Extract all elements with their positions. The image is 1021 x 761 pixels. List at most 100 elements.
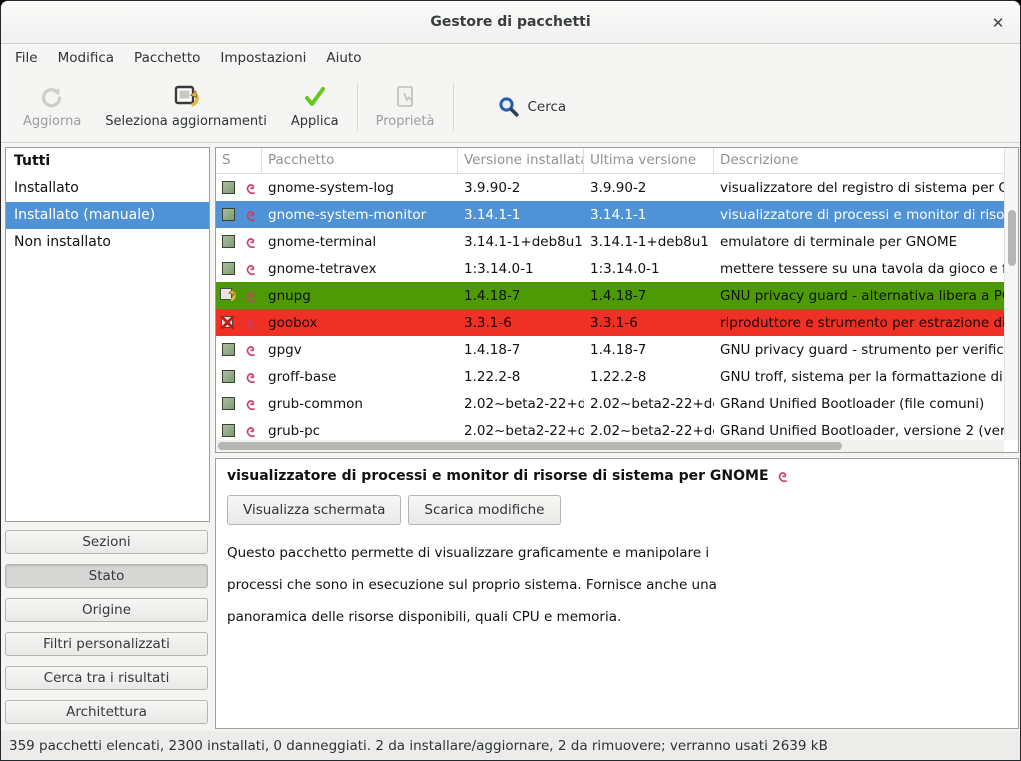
debian-swirl-icon bbox=[240, 289, 262, 303]
col-status[interactable]: S bbox=[216, 148, 240, 173]
col-latest-version[interactable]: Ultima versione bbox=[584, 148, 714, 173]
horizontal-scrollbar[interactable] bbox=[216, 440, 1004, 452]
vertical-scrollbar[interactable] bbox=[1004, 148, 1018, 440]
package-description: GNU privacy guard - alternativa libera a… bbox=[714, 288, 1004, 304]
installed-version: 3.3.1-6 bbox=[458, 315, 584, 331]
package-name: gpgv bbox=[262, 342, 458, 358]
debian-swirl-icon bbox=[240, 262, 262, 276]
installed-version: 3.14.1-1 bbox=[458, 207, 584, 223]
table-row[interactable]: groff-base 1.22.2-8 1.22.2-8 GNU troff, … bbox=[216, 363, 1004, 390]
package-description: GRand Unified Bootloader, versione 2 (ve… bbox=[714, 423, 1004, 439]
filter-item-all[interactable]: Tutti bbox=[6, 148, 209, 175]
apply-check-icon bbox=[302, 85, 328, 109]
col-origin[interactable] bbox=[240, 148, 262, 173]
latest-version: 3.9.90-2 bbox=[584, 180, 714, 196]
col-installed-version[interactable]: Versione installata bbox=[458, 148, 584, 173]
status-installed-icon bbox=[216, 343, 240, 356]
debian-swirl-icon bbox=[240, 370, 262, 384]
custom-filters-button[interactable]: Filtri personalizzati bbox=[5, 632, 208, 656]
package-description: emulatore di terminale per GNOME bbox=[714, 234, 1004, 250]
close-icon[interactable]: ✕ bbox=[988, 13, 1008, 33]
package-name: gnome-system-monitor bbox=[262, 207, 458, 223]
package-manager-window: Gestore di pacchetti ✕ File Modifica Pac… bbox=[0, 0, 1021, 761]
table-row[interactable]: gpgv 1.4.18-7 1.4.18-7 GNU privacy guard… bbox=[216, 336, 1004, 363]
table-header: S Pacchetto Versione installata Ultima v… bbox=[216, 148, 1004, 174]
table-row-marked-install[interactable]: gnupg 1.4.18-7 1.4.18-7 GNU privacy guar… bbox=[216, 282, 1004, 309]
package-description: visualizzatore del registro di sistema p… bbox=[714, 180, 1004, 196]
installed-version: 2.02~beta2-22+deb8u1 bbox=[458, 396, 584, 412]
sidebar: Tutti Installato Installato (manuale) No… bbox=[5, 147, 210, 729]
col-package[interactable]: Pacchetto bbox=[262, 148, 458, 173]
latest-version: 2.02~beta2-22+deb8u1 bbox=[584, 423, 714, 439]
toolbar: Aggiorna Seleziona aggiornamenti Applica bbox=[1, 71, 1020, 143]
filter-item-installed-manual[interactable]: Installato (manuale) bbox=[6, 202, 209, 229]
status-reinstall-icon bbox=[216, 288, 240, 303]
apply-button[interactable]: Applica bbox=[279, 81, 351, 133]
menu-settings[interactable]: Impostazioni bbox=[210, 46, 316, 70]
status-button[interactable]: Stato bbox=[5, 564, 208, 588]
filter-list: Tutti Installato Installato (manuale) No… bbox=[5, 147, 210, 522]
debian-swirl-icon bbox=[240, 424, 262, 438]
details-panel: visualizzatore di processi e monitor di … bbox=[215, 458, 1019, 729]
installed-version: 3.9.90-2 bbox=[458, 180, 584, 196]
table-row-selected[interactable]: gnome-system-monitor 3.14.1-1 3.14.1-1 v… bbox=[216, 201, 1004, 228]
latest-version: 1:3.14.0-1 bbox=[584, 261, 714, 277]
table-row[interactable]: grub-common 2.02~beta2-22+deb8u1 2.02~be… bbox=[216, 390, 1004, 417]
package-name: grub-common bbox=[262, 396, 458, 412]
horizontal-scrollbar-thumb[interactable] bbox=[218, 442, 842, 450]
menubar: File Modifica Pacchetto Impostazioni Aiu… bbox=[1, 44, 1020, 71]
titlebar[interactable]: Gestore di pacchetti ✕ bbox=[1, 1, 1020, 44]
table-row-marked-remove[interactable]: goobox 3.3.1-6 3.3.1-6 riproduttore e st… bbox=[216, 309, 1004, 336]
installed-version: 1.4.18-7 bbox=[458, 288, 584, 304]
debian-swirl-icon bbox=[240, 181, 262, 195]
latest-version: 2.02~beta2-22+deb8u1 bbox=[584, 396, 714, 412]
debian-swirl-icon bbox=[240, 235, 262, 249]
table-row[interactable]: gnome-terminal 3.14.1-1+deb8u1 3.14.1-1+… bbox=[216, 228, 1004, 255]
filter-item-not-installed[interactable]: Non installato bbox=[6, 229, 209, 256]
installed-version: 1.4.18-7 bbox=[458, 342, 584, 358]
debian-swirl-icon bbox=[240, 208, 262, 222]
window-title: Gestore di pacchetti bbox=[430, 14, 590, 30]
refresh-button[interactable]: Aggiorna bbox=[11, 81, 93, 133]
toolbar-separator bbox=[453, 83, 454, 131]
col-description[interactable]: Descrizione bbox=[714, 148, 1004, 173]
menu-help[interactable]: Aiuto bbox=[316, 46, 371, 70]
status-remove-icon bbox=[216, 315, 240, 330]
package-description: GNU troff, sistema per la formattazione … bbox=[714, 369, 1004, 385]
installed-version: 3.14.1-1+deb8u1 bbox=[458, 234, 584, 250]
package-name: gnome-terminal bbox=[262, 234, 458, 250]
menu-file[interactable]: File bbox=[5, 46, 48, 70]
architecture-button[interactable]: Architettura bbox=[5, 700, 208, 724]
properties-icon bbox=[393, 85, 417, 109]
latest-version: 3.14.1-1 bbox=[584, 207, 714, 223]
status-installed-icon bbox=[216, 208, 240, 221]
status-installed-icon bbox=[216, 181, 240, 194]
debian-swirl-icon bbox=[240, 343, 262, 357]
debian-swirl-icon bbox=[240, 397, 262, 411]
mark-upgrades-button[interactable]: Seleziona aggiornamenti bbox=[93, 81, 279, 133]
filter-item-installed[interactable]: Installato bbox=[6, 175, 209, 202]
status-installed-icon bbox=[216, 370, 240, 383]
search-results-button[interactable]: Cerca tra i risultati bbox=[5, 666, 208, 690]
menu-edit[interactable]: Modifica bbox=[48, 46, 124, 70]
table-row[interactable]: grub-pc 2.02~beta2-22+deb8u1 2.02~beta2-… bbox=[216, 417, 1004, 440]
table-row[interactable]: gnome-tetravex 1:3.14.0-1 1:3.14.0-1 met… bbox=[216, 255, 1004, 282]
package-name: goobox bbox=[262, 315, 458, 331]
installed-version: 1.22.2-8 bbox=[458, 369, 584, 385]
sections-button[interactable]: Sezioni bbox=[5, 530, 208, 554]
properties-button[interactable]: Proprietà bbox=[364, 81, 447, 133]
status-installed-icon bbox=[216, 424, 240, 437]
table-row[interactable]: gnome-system-log 3.9.90-2 3.9.90-2 visua… bbox=[216, 174, 1004, 201]
package-name: gnome-tetravex bbox=[262, 261, 458, 277]
package-name: groff-base bbox=[262, 369, 458, 385]
package-name: gnome-system-log bbox=[262, 180, 458, 196]
statusbar: 359 pacchetti elencati, 2300 installati,… bbox=[1, 731, 1020, 760]
view-screenshot-button[interactable]: Visualizza schermata bbox=[227, 495, 401, 525]
latest-version: 3.14.1-1+deb8u1 bbox=[584, 234, 714, 250]
download-changelog-button[interactable]: Scarica modifiche bbox=[408, 495, 560, 525]
search-button[interactable]: Cerca bbox=[488, 90, 577, 124]
menu-package[interactable]: Pacchetto bbox=[124, 46, 210, 70]
origin-button[interactable]: Origine bbox=[5, 598, 208, 622]
vertical-scrollbar-thumb[interactable] bbox=[1008, 210, 1016, 266]
latest-version: 1.4.18-7 bbox=[584, 288, 714, 304]
